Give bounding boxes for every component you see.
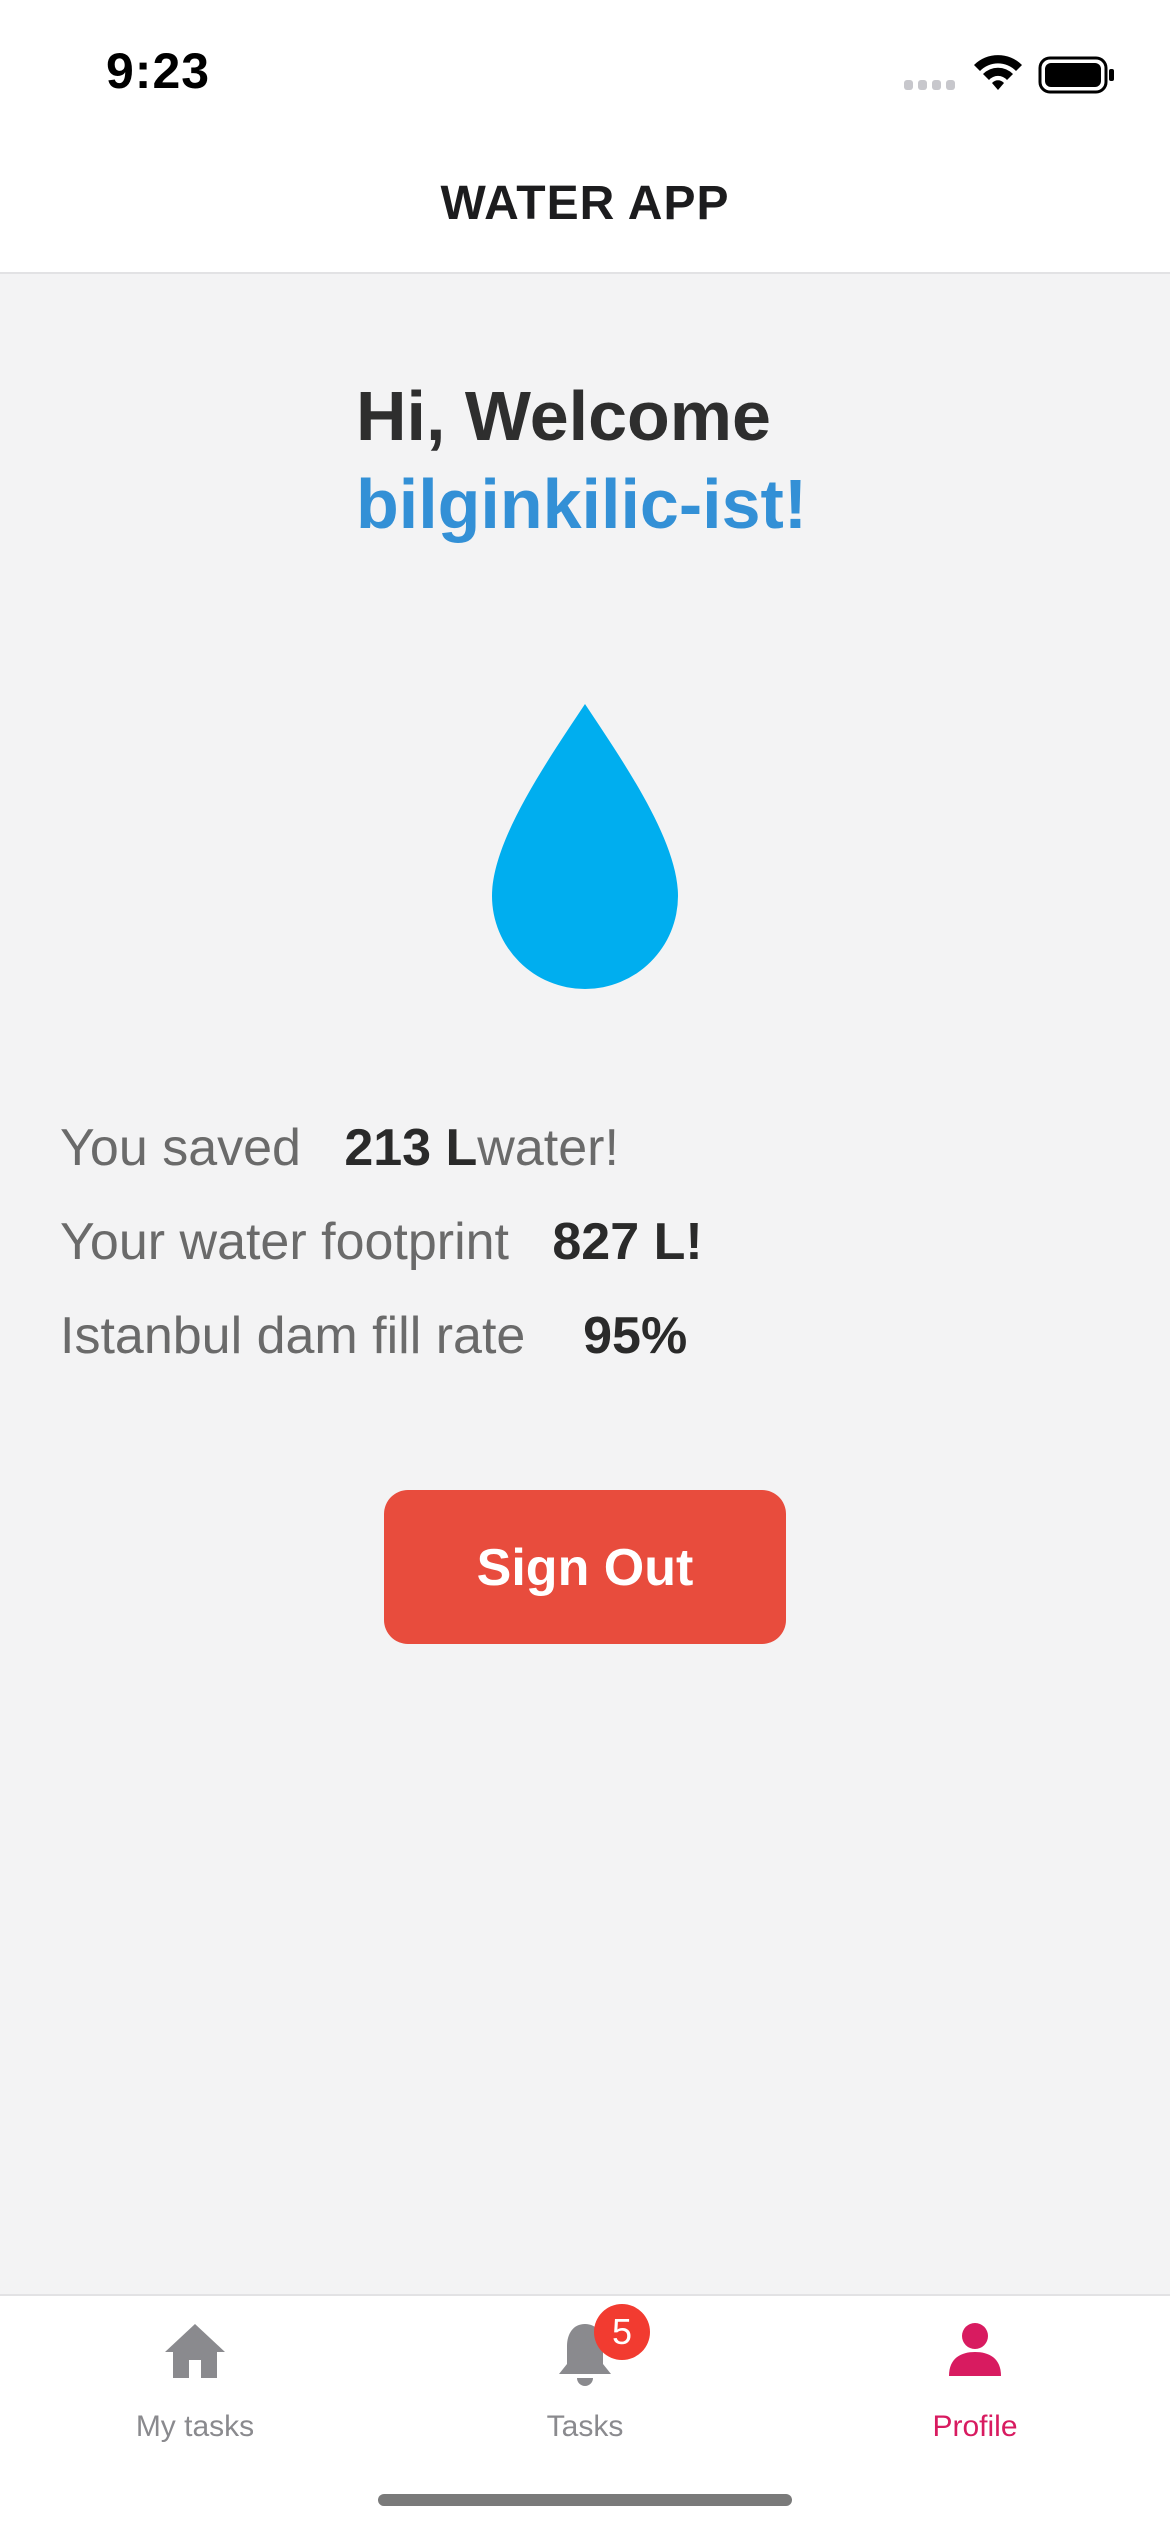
page-title: WATER APP — [440, 177, 730, 230]
notification-badge: 5 — [594, 2304, 650, 2360]
home-icon — [165, 2324, 225, 2378]
tab-tasks[interactable]: 5 Tasks — [390, 2296, 780, 2476]
tab-my-tasks[interactable]: My tasks — [0, 2296, 390, 2476]
status-bar: 9:23 — [0, 0, 1170, 140]
water-saved-label: You saved — [60, 1119, 301, 1177]
person-icon — [949, 2323, 1001, 2376]
cellular-signal-icon — [904, 78, 958, 97]
greeting-text: Hi, Welcome — [356, 377, 771, 455]
sign-out-button[interactable]: Sign Out — [384, 1490, 786, 1644]
wifi-icon — [972, 52, 1024, 97]
water-saved-value: 213 L — [344, 1119, 478, 1177]
tab-profile-label: Profile — [932, 2410, 1018, 2443]
header-bar: WATER APP — [0, 140, 1170, 274]
username-text: bilginkilic-ist! — [356, 465, 808, 543]
dam-fill-rate-label: Istanbul dam fill rate — [60, 1307, 526, 1365]
water-drop-icon — [488, 700, 682, 995]
dam-fill-rate-stat: Istanbul dam fill rate 95% — [60, 1306, 687, 1366]
profile-content — [0, 274, 1170, 2294]
water-footprint-label: Your water footprint — [60, 1213, 510, 1271]
dam-fill-rate-value: 95% — [583, 1307, 688, 1365]
battery-icon — [1038, 56, 1116, 99]
water-footprint-stat: Your water footprint 827 L! — [60, 1212, 703, 1272]
tab-profile[interactable]: Profile — [780, 2296, 1170, 2476]
water-saved-stat: You saved 213 Lwater! — [60, 1118, 619, 1178]
status-time: 9:23 — [106, 43, 211, 99]
tab-my-tasks-label: My tasks — [135, 2410, 255, 2443]
water-saved-suffix: water! — [477, 1119, 619, 1177]
water-footprint-value: 827 L! — [552, 1213, 703, 1271]
tab-bar: My tasks 5 Tasks Profile — [0, 2294, 1170, 2534]
tab-tasks-label: Tasks — [546, 2410, 624, 2443]
home-indicator — [378, 2494, 792, 2506]
